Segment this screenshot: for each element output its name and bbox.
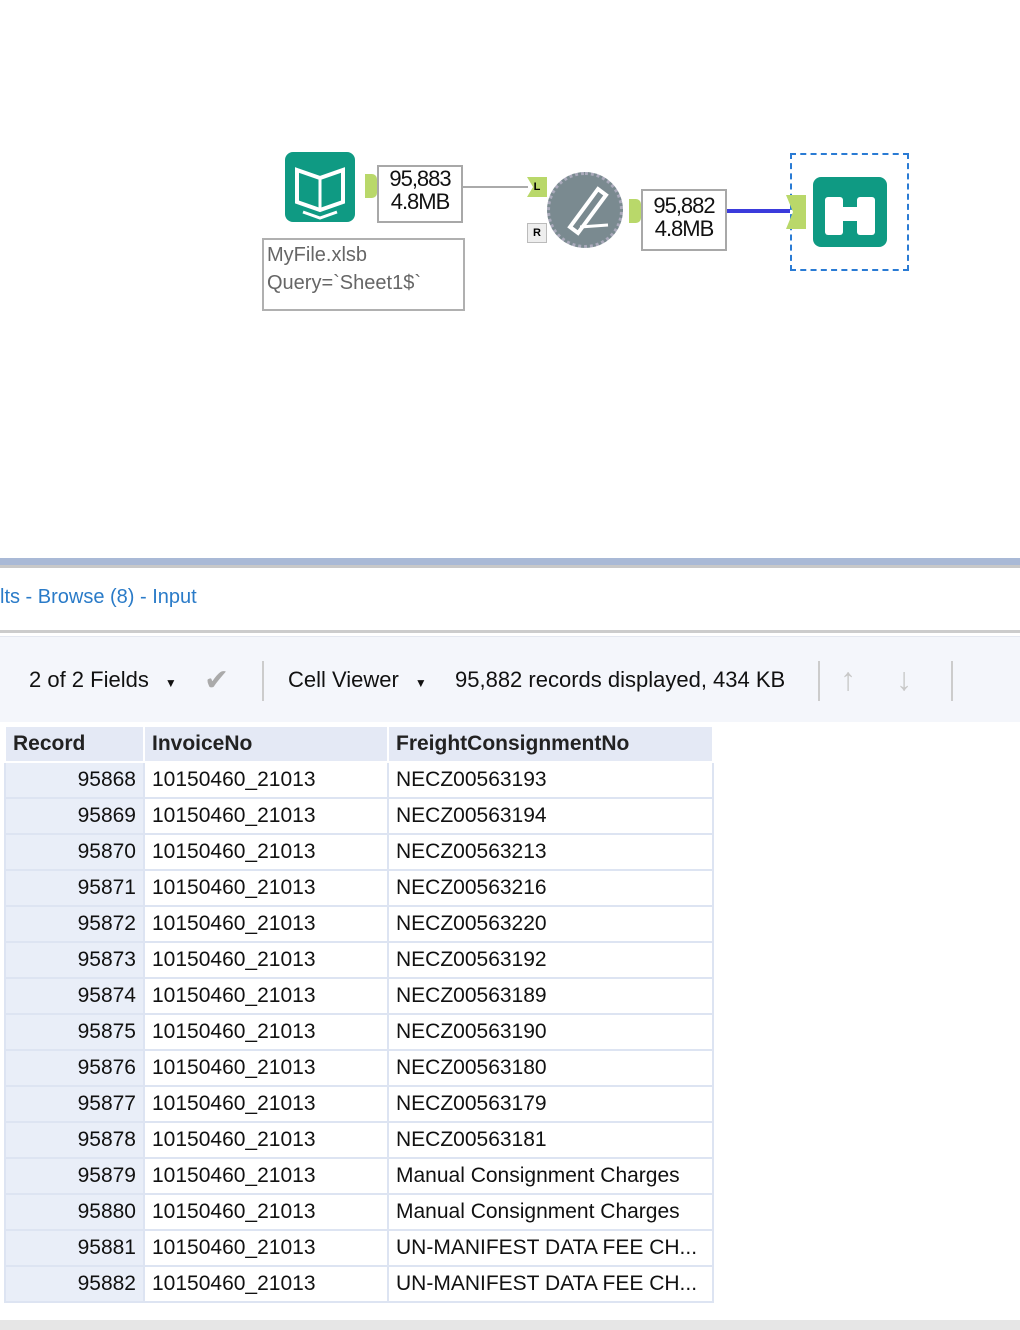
record-cell[interactable]: 95869 [4, 797, 145, 835]
table-row[interactable]: 95878 10150460_21013 NECZ00563181 [4, 1121, 714, 1159]
freightconsignmentno-cell[interactable]: UN-MANIFEST DATA FEE CH... [387, 1229, 714, 1267]
invoiceno-cell[interactable]: 10150460_21013 [143, 941, 389, 979]
table-row[interactable]: 95877 10150460_21013 NECZ00563179 [4, 1085, 714, 1123]
invoiceno-cell[interactable]: 10150460_21013 [143, 761, 389, 799]
binoculars-icon [825, 197, 875, 235]
join-right-anchor[interactable]: R [527, 223, 547, 243]
join-record-count: 95,882 4.8MB [641, 189, 727, 251]
freightconsignmentno-cell[interactable]: NECZ00563190 [387, 1013, 714, 1051]
invoiceno-cell[interactable]: 10150460_21013 [143, 977, 389, 1015]
records-status: 95,882 records displayed, 434 KB [455, 667, 786, 692]
record-cell[interactable]: 95876 [4, 1049, 145, 1087]
column-header-invoiceno[interactable]: InvoiceNo [143, 725, 389, 763]
chevron-down-icon: ▼ [414, 676, 427, 690]
workflow-canvas[interactable]: 95,883 4.8MB MyFile.xlsb Query=`Sheet1$`… [0, 0, 1020, 558]
table-row[interactable]: 95871 10150460_21013 NECZ00563216 [4, 869, 714, 907]
results-table: Record InvoiceNo FreightConsignmentNo 95… [4, 725, 714, 1303]
table-row[interactable]: 95881 10150460_21013 UN-MANIFEST DATA FEE … [4, 1229, 714, 1267]
freightconsignmentno-cell[interactable]: UN-MANIFEST DATA FEE CH... [387, 1265, 714, 1303]
freightconsignmentno-cell[interactable]: NECZ00563194 [387, 797, 714, 835]
record-cell[interactable]: 95874 [4, 977, 145, 1015]
pencil-icon [567, 186, 609, 236]
panel-splitter[interactable] [0, 558, 1020, 568]
invoiceno-cell[interactable]: 10150460_21013 [143, 1157, 389, 1195]
table-row[interactable]: 95873 10150460_21013 NECZ00563192 [4, 941, 714, 979]
record-cell[interactable]: 95877 [4, 1085, 145, 1123]
results-title: lts - Browse (8) - Input [0, 586, 197, 608]
connections [463, 186, 790, 213]
record-cell[interactable]: 95868 [4, 761, 145, 799]
invoiceno-cell[interactable]: 10150460_21013 [143, 1049, 389, 1087]
separator [818, 661, 820, 701]
separator [951, 661, 953, 701]
freightconsignmentno-cell[interactable]: NECZ00563213 [387, 833, 714, 871]
freightconsignmentno-cell[interactable]: NECZ00563180 [387, 1049, 714, 1087]
browse-tool-selection[interactable] [786, 153, 909, 271]
table-row[interactable]: 95870 10150460_21013 NECZ00563213 [4, 833, 714, 871]
invoiceno-cell[interactable]: 10150460_21013 [143, 1265, 389, 1303]
size: 4.8MB [654, 216, 715, 241]
table-row[interactable]: 95879 10150460_21013 Manual Consignment Ch… [4, 1157, 714, 1195]
invoiceno-cell[interactable]: 10150460_21013 [143, 1193, 389, 1231]
record-cell[interactable]: 95872 [4, 905, 145, 943]
table-row[interactable]: 95880 10150460_21013 Manual Consignment Ch… [4, 1193, 714, 1231]
freightconsignmentno-cell[interactable]: Manual Consignment Charges [387, 1157, 714, 1195]
arrow-up-icon[interactable]: ↑ [840, 661, 856, 698]
record-cell[interactable]: 95882 [4, 1265, 145, 1303]
freightconsignmentno-cell[interactable]: NECZ00563181 [387, 1121, 714, 1159]
record-cell[interactable]: 95873 [4, 941, 145, 979]
record-cell[interactable]: 95879 [4, 1157, 145, 1195]
results-toolbar: 2 of 2 Fields ▼ ✔ Cell Viewer ▼ 95,882 rec… [0, 636, 1020, 722]
table-row[interactable]: 95869 10150460_21013 NECZ00563194 [4, 797, 714, 835]
invoiceno-cell[interactable]: 10150460_21013 [143, 1229, 389, 1267]
table-row[interactable]: 95874 10150460_21013 NECZ00563189 [4, 977, 714, 1015]
invoiceno-cell[interactable]: 10150460_21013 [143, 869, 389, 907]
invoiceno-cell[interactable]: 10150460_21013 [143, 833, 389, 871]
separator [262, 661, 264, 701]
freightconsignmentno-cell[interactable]: NECZ00563192 [387, 941, 714, 979]
viewer-label: Cell Viewer [288, 667, 399, 692]
fields-label: 2 of 2 Fields [29, 667, 149, 692]
cell-viewer-dropdown[interactable]: Cell Viewer ▼ [288, 667, 427, 693]
table-row[interactable]: 95872 10150460_21013 NECZ00563220 [4, 905, 714, 943]
divider [0, 630, 1020, 633]
invoiceno-cell[interactable]: 10150460_21013 [143, 905, 389, 943]
freightconsignmentno-cell[interactable]: NECZ00563189 [387, 977, 714, 1015]
table-row[interactable]: 95875 10150460_21013 NECZ00563190 [4, 1013, 714, 1051]
table-row[interactable]: 95876 10150460_21013 NECZ00563180 [4, 1049, 714, 1087]
invoiceno-cell[interactable]: 10150460_21013 [143, 1121, 389, 1159]
record-cell[interactable]: 95878 [4, 1121, 145, 1159]
invoiceno-cell[interactable]: 10150460_21013 [143, 797, 389, 835]
column-header-record[interactable]: Record [4, 725, 145, 763]
browse-tool[interactable] [813, 177, 887, 247]
invoiceno-cell[interactable]: 10150460_21013 [143, 1085, 389, 1123]
column-header-freightconsignmentno[interactable]: FreightConsignmentNo [387, 725, 714, 763]
join-tool[interactable] [547, 172, 623, 248]
record-cell[interactable]: 95870 [4, 833, 145, 871]
chevron-down-icon: ▼ [164, 676, 177, 690]
freightconsignmentno-cell[interactable]: NECZ00563179 [387, 1085, 714, 1123]
table-row[interactable]: 95868 10150460_21013 NECZ00563193 [4, 761, 714, 799]
record-cell[interactable]: 95875 [4, 1013, 145, 1051]
horizontal-scrollbar[interactable] [0, 1320, 1020, 1330]
freightconsignmentno-cell[interactable]: NECZ00563193 [387, 761, 714, 799]
record-cell[interactable]: 95871 [4, 869, 145, 907]
freightconsignmentno-cell[interactable]: Manual Consignment Charges [387, 1193, 714, 1231]
record-count: 95,882 [653, 193, 715, 218]
apply-check-icon[interactable]: ✔ [204, 663, 229, 698]
table-row[interactable]: 95882 10150460_21013 UN-MANIFEST DATA FEE … [4, 1265, 714, 1303]
join-right-label: R [533, 227, 541, 239]
arrow-down-icon[interactable]: ↓ [896, 661, 912, 698]
join-left-label: L [533, 181, 541, 193]
freightconsignmentno-cell[interactable]: NECZ00563220 [387, 905, 714, 943]
invoiceno-cell[interactable]: 10150460_21013 [143, 1013, 389, 1051]
fields-dropdown[interactable]: 2 of 2 Fields ▼ [29, 667, 177, 693]
join-output-anchor[interactable] [629, 199, 641, 223]
record-cell[interactable]: 95880 [4, 1193, 145, 1231]
record-cell[interactable]: 95881 [4, 1229, 145, 1267]
freightconsignmentno-cell[interactable]: NECZ00563216 [387, 869, 714, 907]
